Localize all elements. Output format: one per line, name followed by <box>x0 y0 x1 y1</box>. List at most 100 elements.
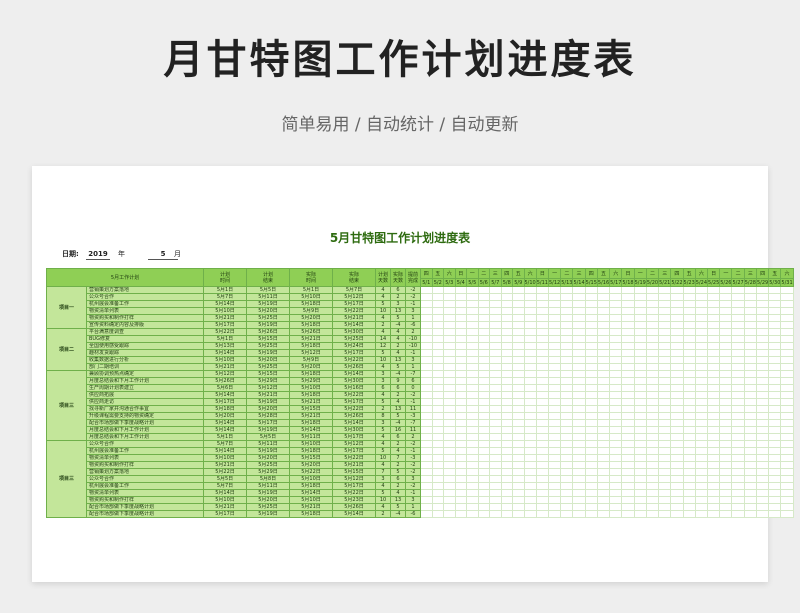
gantt-day-cell[interactable] <box>466 398 479 406</box>
gantt-day-cell[interactable] <box>477 461 490 469</box>
gantt-day-cell[interactable] <box>682 356 696 364</box>
gantt-day-cell[interactable] <box>719 461 733 469</box>
gantt-day-cell[interactable] <box>454 433 467 441</box>
gantt-day-cell[interactable] <box>454 468 467 476</box>
gantt-day-cell[interactable] <box>454 482 467 490</box>
gantt-day-cell[interactable] <box>707 419 721 427</box>
gantt-day-cell[interactable] <box>645 461 660 469</box>
gantt-day-cell[interactable] <box>584 391 598 399</box>
gantt-day-cell[interactable] <box>560 496 574 504</box>
gantt-day-cell[interactable] <box>658 384 672 392</box>
gantt-day-cell[interactable] <box>466 412 479 420</box>
gantt-day-cell[interactable] <box>768 419 782 427</box>
gantt-day-cell[interactable] <box>768 440 782 448</box>
gantt-day-cell[interactable] <box>489 370 502 378</box>
gantt-day-cell[interactable] <box>420 510 433 518</box>
gantt-day-cell[interactable] <box>547 419 562 427</box>
gantt-day-cell[interactable] <box>719 440 733 448</box>
gantt-day-cell[interactable] <box>596 405 611 413</box>
gantt-day-cell[interactable] <box>719 468 733 476</box>
gantt-day-cell[interactable] <box>719 510 733 518</box>
gantt-day-cell[interactable] <box>682 300 696 308</box>
gantt-day-cell[interactable] <box>489 482 502 490</box>
gantt-day-cell[interactable] <box>670 293 684 301</box>
gantt-day-cell[interactable] <box>443 412 456 420</box>
gantt-day-cell[interactable] <box>694 349 709 357</box>
gantt-day-cell[interactable] <box>670 426 684 434</box>
gantt-day-cell[interactable] <box>489 384 502 392</box>
gantt-day-cell[interactable] <box>621 433 635 441</box>
gantt-day-cell[interactable] <box>719 503 733 511</box>
gantt-day-cell[interactable] <box>633 356 647 364</box>
gantt-day-cell[interactable] <box>633 293 647 301</box>
gantt-day-cell[interactable] <box>547 377 562 385</box>
gantt-day-cell[interactable] <box>535 461 549 469</box>
gantt-day-cell[interactable] <box>431 293 444 301</box>
gantt-day-cell[interactable] <box>500 440 513 448</box>
gantt-day-cell[interactable] <box>523 419 537 427</box>
gantt-day-cell[interactable] <box>443 363 456 371</box>
gantt-day-cell[interactable] <box>523 482 537 490</box>
gantt-day-cell[interactable] <box>572 454 586 462</box>
gantt-day-cell[interactable] <box>755 293 770 301</box>
gantt-day-cell[interactable] <box>535 419 549 427</box>
gantt-day-cell[interactable] <box>743 510 757 518</box>
gantt-day-cell[interactable] <box>707 384 721 392</box>
gantt-day-cell[interactable] <box>755 440 770 448</box>
gantt-day-cell[interactable] <box>454 307 467 315</box>
gantt-day-cell[interactable] <box>572 405 586 413</box>
gantt-day-cell[interactable] <box>596 440 611 448</box>
gantt-day-cell[interactable] <box>707 440 721 448</box>
gantt-day-cell[interactable] <box>500 475 513 483</box>
gantt-day-cell[interactable] <box>535 314 549 322</box>
gantt-day-cell[interactable] <box>768 370 782 378</box>
gantt-day-cell[interactable] <box>731 384 745 392</box>
gantt-day-cell[interactable] <box>596 489 611 497</box>
gantt-day-cell[interactable] <box>477 300 490 308</box>
gantt-day-cell[interactable] <box>743 335 757 343</box>
gantt-day-cell[interactable] <box>707 300 721 308</box>
gantt-day-cell[interactable] <box>477 328 490 336</box>
gantt-day-cell[interactable] <box>719 405 733 413</box>
gantt-day-cell[interactable] <box>670 342 684 350</box>
gantt-day-cell[interactable] <box>454 391 467 399</box>
gantt-day-cell[interactable] <box>682 503 696 511</box>
gantt-day-cell[interactable] <box>431 426 444 434</box>
gantt-day-cell[interactable] <box>466 447 479 455</box>
gantt-day-cell[interactable] <box>512 342 525 350</box>
gantt-day-cell[interactable] <box>707 482 721 490</box>
gantt-day-cell[interactable] <box>719 293 733 301</box>
gantt-day-cell[interactable] <box>670 475 684 483</box>
gantt-day-cell[interactable] <box>572 419 586 427</box>
gantt-day-cell[interactable] <box>670 314 684 322</box>
gantt-day-cell[interactable] <box>560 300 574 308</box>
gantt-day-cell[interactable] <box>682 440 696 448</box>
gantt-day-cell[interactable] <box>743 412 757 420</box>
gantt-day-cell[interactable] <box>489 496 502 504</box>
gantt-day-cell[interactable] <box>707 405 721 413</box>
gantt-day-cell[interactable] <box>743 489 757 497</box>
gantt-day-cell[interactable] <box>500 468 513 476</box>
gantt-day-cell[interactable] <box>523 307 537 315</box>
gantt-day-cell[interactable] <box>535 489 549 497</box>
gantt-day-cell[interactable] <box>535 377 549 385</box>
gantt-day-cell[interactable] <box>658 426 672 434</box>
gantt-day-cell[interactable] <box>719 321 733 329</box>
gantt-day-cell[interactable] <box>512 489 525 497</box>
gantt-day-cell[interactable] <box>609 440 623 448</box>
gantt-day-cell[interactable] <box>694 328 709 336</box>
gantt-day-cell[interactable] <box>780 489 794 497</box>
gantt-day-cell[interactable] <box>609 300 623 308</box>
gantt-day-cell[interactable] <box>609 405 623 413</box>
gantt-day-cell[interactable] <box>694 377 709 385</box>
gantt-day-cell[interactable] <box>768 461 782 469</box>
gantt-day-cell[interactable] <box>489 405 502 413</box>
gantt-day-cell[interactable] <box>560 503 574 511</box>
gantt-day-cell[interactable] <box>682 447 696 455</box>
gantt-day-cell[interactable] <box>523 328 537 336</box>
gantt-day-cell[interactable] <box>719 454 733 462</box>
gantt-day-cell[interactable] <box>523 377 537 385</box>
gantt-day-cell[interactable] <box>489 377 502 385</box>
gantt-day-cell[interactable] <box>466 405 479 413</box>
gantt-day-cell[interactable] <box>443 461 456 469</box>
